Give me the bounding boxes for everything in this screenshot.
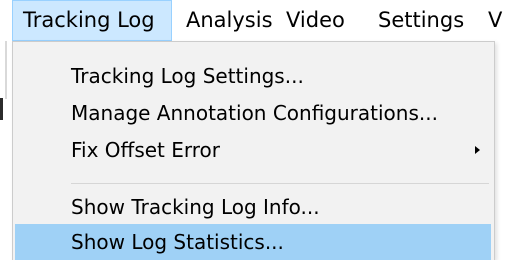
menu-item-fix-offset-error[interactable]: Fix Offset Error <box>15 130 491 170</box>
background-edge-dark <box>0 98 3 120</box>
menu-view-partial[interactable]: V <box>488 0 505 41</box>
menu-item-show-log-statistics[interactable]: Show Log Statistics... <box>15 224 491 260</box>
menu-separator <box>71 183 489 184</box>
menu-item-label: Fix Offset Error <box>71 138 220 162</box>
menu-video[interactable]: Video <box>286 0 345 41</box>
menu-item-show-tracking-log-info[interactable]: Show Tracking Log Info... <box>15 187 491 227</box>
app-window: Tracking Log Analysis Video Settings V T… <box>0 0 505 260</box>
menu-item-label: Manage Annotation Configurations... <box>71 101 438 125</box>
menu-item-label: Show Tracking Log Info... <box>71 195 320 219</box>
background-edge <box>5 41 7 99</box>
menu-tracking-log[interactable]: Tracking Log <box>12 0 172 41</box>
tracking-log-dropdown: Tracking Log Settings... Manage Annotati… <box>12 41 495 260</box>
menu-settings[interactable]: Settings <box>378 0 464 41</box>
submenu-arrow-icon <box>467 130 487 170</box>
menu-item-manage-annotation-configurations[interactable]: Manage Annotation Configurations... <box>15 93 491 133</box>
menu-item-tracking-log-settings[interactable]: Tracking Log Settings... <box>15 56 491 96</box>
menu-item-label: Tracking Log Settings... <box>71 64 304 88</box>
menu-item-label: Show Log Statistics... <box>71 230 284 254</box>
menu-bar: Tracking Log Analysis Video Settings V <box>0 0 505 41</box>
menu-analysis[interactable]: Analysis <box>186 0 273 41</box>
